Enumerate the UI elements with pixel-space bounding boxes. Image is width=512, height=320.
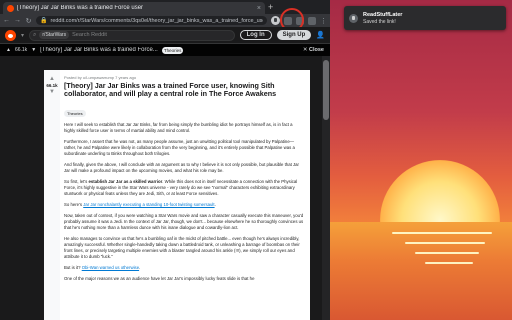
puzzle-icon[interactable] — [296, 16, 304, 25]
post-bar-downvote-icon[interactable]: ▼ — [31, 47, 36, 53]
readstufflater-extension-icon[interactable] — [271, 16, 280, 25]
menu-icon[interactable]: ⋮ — [320, 17, 327, 25]
signup-button[interactable]: Sign Up — [276, 30, 312, 40]
back-icon[interactable]: ← — [3, 17, 10, 24]
post-paragraph: Here I will seek to establish that Jar J… — [64, 121, 293, 133]
post-paragraph: So first, let's establish Jar Jar as a s… — [64, 179, 304, 197]
para-text: But is it? — [64, 264, 82, 270]
lock-icon: 🔒 — [40, 18, 48, 24]
obi-wan-link[interactable]: Obi-Wan warned us otherwise — [82, 265, 139, 270]
forward-icon[interactable]: → — [14, 17, 21, 24]
extension-icon[interactable] — [284, 16, 292, 25]
post-paragraph: And finally, given the above, I will con… — [64, 161, 299, 173]
post-meta: Posted by u/Lumpawarrump 7 years ago — [64, 75, 137, 80]
downvote-icon[interactable]: ▼ — [49, 89, 55, 95]
browser-toolbar: ← → ↻ 🔒 reddit.com/r/StarWars/comments/3… — [0, 14, 330, 27]
vote-count: 66.1k — [46, 83, 58, 88]
subreddit-pill[interactable]: r/StarWars — [39, 31, 70, 39]
para-text: So here's — [64, 201, 84, 207]
login-button[interactable]: Log In — [239, 30, 272, 40]
search-placeholder: Search Reddit — [72, 32, 107, 38]
extension-notification[interactable]: ReadStuffLater Saved the link! — [344, 6, 506, 30]
reload-icon[interactable]: ↻ — [25, 17, 32, 25]
readstufflater-icon — [349, 13, 358, 23]
notification-title: ReadStuffLater — [363, 11, 403, 18]
post-paragraph: One of the major reasons we as an audien… — [64, 275, 255, 281]
tab-strip: [Theory] Jar Jar Binks was a trained For… — [0, 0, 330, 14]
url-text: reddit.com/r/StarWars/comments/3qs0el/th… — [50, 17, 263, 24]
new-tab-button[interactable]: + — [268, 2, 273, 12]
post-bar-title: [Theory] Jar Jar Binks was a trained For… — [40, 47, 158, 53]
notification-text: ReadStuffLater Saved the link! — [363, 12, 402, 25]
post-card: ▲ 66.1k ▼ Posted by u/Lumpawarrump 7 yea… — [44, 70, 310, 320]
post-flair[interactable]: Theories — [64, 109, 86, 117]
sun-reflection — [425, 262, 473, 264]
para-text: . — [139, 264, 141, 270]
post-body: Posted by u/Lumpawarrump 7 years ago [Th… — [64, 75, 304, 287]
post-bar-vote-count: 66.1k — [14, 47, 28, 53]
sun-reflection — [392, 232, 492, 234]
close-post-button[interactable]: ✕ Close — [303, 47, 324, 53]
reddit-favicon-icon — [7, 4, 14, 12]
browser-window: [Theory] Jar Jar Binks was a trained For… — [0, 0, 330, 320]
para-bold-text: establish Jar Jar as a skilled warrior — [88, 178, 163, 184]
post-paragraph: So here's Jar Jar nonchalantly executing… — [64, 202, 304, 208]
post-paragraph: Now, taken out of context, if you were w… — [64, 212, 304, 230]
sun-reflection — [405, 242, 485, 244]
scrollbar-thumb[interactable] — [323, 60, 329, 120]
tab-title: [Theory] Jar Jar Binks was a trained For… — [17, 5, 144, 11]
para-text: So first, let's — [64, 178, 89, 184]
post-bar-upvote-icon[interactable]: ▲ — [6, 47, 11, 53]
reddit-logo-icon[interactable] — [5, 29, 16, 41]
tab-reddit-post[interactable]: [Theory] Jar Jar Binks was a trained For… — [3, 2, 265, 14]
post-title: [Theory] Jar Jar Binks was a trained For… — [64, 81, 277, 99]
post-paragraph: He also manages to convince us that he's… — [64, 235, 300, 259]
sun-reflection — [415, 252, 479, 254]
reddit-header: ▾ ⌕ r/StarWars Search Reddit Log In Sign… — [0, 27, 330, 44]
profile-icon[interactable] — [308, 16, 316, 25]
search-icon: ⌕ — [33, 31, 37, 38]
chevron-down-icon[interactable]: ▾ — [21, 32, 24, 39]
post-paragraph: But is it? Obi-Wan warned us otherwise. — [64, 265, 304, 271]
post-bar-flair: Theories — [161, 46, 184, 54]
user-menu-icon[interactable]: 👤 — [316, 31, 325, 39]
address-bar[interactable]: 🔒 reddit.com/r/StarWars/comments/3qs0el/… — [36, 16, 267, 25]
vote-column: ▲ 66.1k ▼ — [44, 70, 60, 320]
somersault-link[interactable]: Jar Jar nonchalantly executing a standin… — [83, 202, 214, 207]
notification-message: Saved the link! — [363, 18, 396, 25]
tab-close-icon[interactable]: × — [257, 5, 261, 12]
para-text: . — [214, 201, 216, 207]
post-overlay: ▲ 66.1k ▼ Posted by u/Lumpawarrump 7 yea… — [0, 56, 330, 320]
search-input[interactable]: ⌕ r/StarWars Search Reddit — [29, 29, 235, 41]
sea-graphic — [330, 222, 512, 320]
post-overlay-bar: ▲ 66.1k ▼ [Theory] Jar Jar Binks was a t… — [0, 44, 330, 56]
post-paragraph: Furthermore, I assert that he was not, a… — [64, 138, 295, 156]
upvote-icon[interactable]: ▲ — [49, 76, 55, 82]
